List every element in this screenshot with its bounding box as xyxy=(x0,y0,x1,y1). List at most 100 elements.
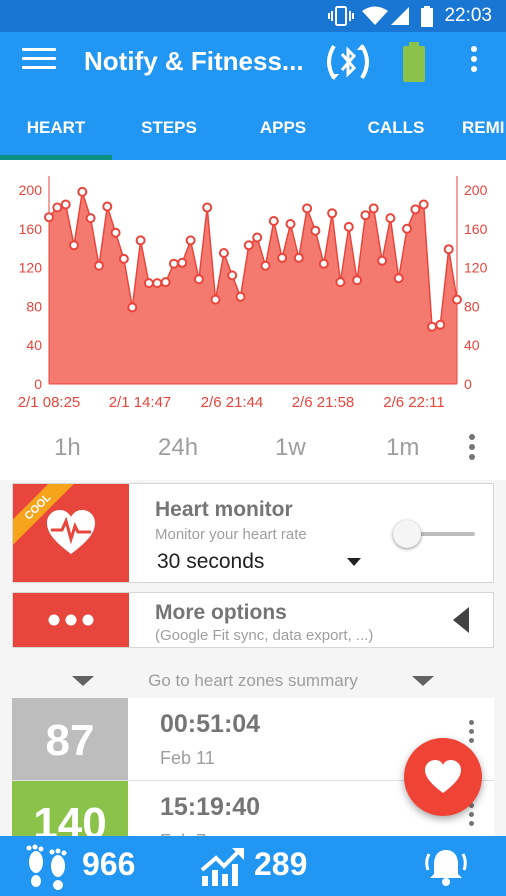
data-point xyxy=(210,294,221,305)
heart-pulse-icon xyxy=(47,510,95,554)
data-point xyxy=(77,186,88,197)
tab-heart[interactable]: HEART xyxy=(0,92,112,160)
data-point xyxy=(44,212,54,223)
data-point xyxy=(94,260,104,271)
chevron-down-icon xyxy=(72,676,94,686)
data-point xyxy=(260,260,271,271)
data-point xyxy=(60,199,71,210)
data-point xyxy=(343,221,354,232)
data-point xyxy=(127,302,138,313)
tab-bar: HEART STEPS APPS CALLS REMI xyxy=(0,92,506,160)
data-point xyxy=(85,213,96,224)
data-point xyxy=(152,278,163,289)
data-point xyxy=(135,235,146,246)
bpm-value: 87 xyxy=(12,698,128,780)
data-point xyxy=(202,202,213,213)
device-battery-icon xyxy=(403,42,425,82)
range-24h[interactable]: 24h xyxy=(158,434,198,462)
toggle-knob xyxy=(393,520,421,548)
trending-up-icon xyxy=(200,848,244,886)
tab-apps[interactable]: APPS xyxy=(226,92,340,160)
y-tick-label: 120 xyxy=(19,260,43,276)
expand-left-icon xyxy=(453,607,469,633)
data-point xyxy=(102,201,113,212)
tab-reminders[interactable]: REMI xyxy=(452,92,506,160)
range-1h[interactable]: 1h xyxy=(54,434,81,462)
y-tick-label: 80 xyxy=(464,298,480,314)
data-point xyxy=(277,252,288,263)
more-options-subtitle: (Google Fit sync, data export, ...) xyxy=(155,627,374,644)
menu-icon[interactable] xyxy=(22,48,56,76)
wifi-icon xyxy=(362,6,388,25)
data-point xyxy=(185,235,196,246)
range-1m[interactable]: 1m xyxy=(386,434,419,462)
data-point xyxy=(443,244,454,255)
chart-area xyxy=(49,191,457,384)
y-tick-label: 40 xyxy=(26,337,42,353)
data-point xyxy=(427,321,437,332)
tab-calls[interactable]: CALLS xyxy=(340,92,452,160)
heart-icon xyxy=(425,760,461,793)
heart-monitor-subtitle: Monitor your heart rate xyxy=(155,526,307,543)
trend-count: 289 xyxy=(254,846,308,882)
data-point xyxy=(243,240,254,251)
data-point xyxy=(285,219,296,229)
heart-monitor-icon-box: COOL xyxy=(13,484,129,582)
item-menu-icon[interactable] xyxy=(466,720,476,747)
more-options-title: More options xyxy=(155,601,287,624)
footsteps-icon xyxy=(26,844,67,890)
more-options-icon-box xyxy=(13,593,129,647)
y-tick-label: 160 xyxy=(464,221,488,237)
data-point xyxy=(268,216,279,226)
data-point xyxy=(360,210,371,221)
data-point xyxy=(452,294,462,305)
y-tick-label: 200 xyxy=(19,182,43,198)
heart-monitor-title: Heart monitor xyxy=(155,498,293,521)
data-point xyxy=(177,257,188,268)
data-point xyxy=(143,278,154,289)
x-tick-label: 2/6 21:58 xyxy=(292,394,355,411)
y-tick-label: 0 xyxy=(464,376,472,392)
range-more-icon[interactable] xyxy=(466,434,478,464)
y-tick-label: 200 xyxy=(464,182,488,198)
data-point xyxy=(252,232,263,243)
interval-dropdown[interactable]: 30 seconds xyxy=(155,548,377,578)
data-point xyxy=(352,275,363,286)
x-tick-label: 2/1 08:25 xyxy=(18,394,81,411)
data-point xyxy=(293,252,304,263)
heart-rate-chart-svg: 0 0 40 40 80 80 120 120 160 160 200 200 2/1 08:25 2/1… xyxy=(18,176,488,411)
tab-steps[interactable]: STEPS xyxy=(112,92,226,160)
data-point xyxy=(110,227,121,238)
x-tick-label: 2/1 14:47 xyxy=(109,394,172,411)
y-tick-label: 40 xyxy=(464,337,480,353)
heart-monitor-card: COOL Heart monitor Monitor your heart ra… xyxy=(12,483,494,583)
bluetooth-sync-icon[interactable] xyxy=(322,40,374,84)
battery-status-icon xyxy=(421,6,433,27)
more-options-card[interactable]: More options (Google Fit sync, data expo… xyxy=(12,592,494,648)
dropdown-arrow-icon xyxy=(347,558,361,566)
data-point xyxy=(385,213,396,224)
data-point xyxy=(335,277,346,288)
data-point xyxy=(193,274,204,285)
reading-time: 00:51:04 xyxy=(160,710,261,738)
data-point xyxy=(52,202,63,213)
chevron-down-icon xyxy=(412,676,434,686)
summary-link-label: Go to heart zones summary xyxy=(148,671,358,690)
overflow-menu-icon[interactable] xyxy=(466,46,482,78)
data-point xyxy=(168,258,179,269)
y-tick-label: 160 xyxy=(19,221,43,237)
reading-date: Feb 11 xyxy=(160,748,215,768)
range-1w[interactable]: 1w xyxy=(275,434,306,462)
heart-rate-chart: 0 0 40 40 80 80 120 120 160 160 200 200 2/1 08:25 2/1… xyxy=(0,160,506,420)
data-point xyxy=(227,270,238,281)
notification-bell-icon[interactable] xyxy=(424,846,468,888)
more-horizontal-icon xyxy=(48,614,94,626)
heart-zones-summary-link[interactable]: Go to heart zones summary xyxy=(0,664,506,698)
data-point xyxy=(418,199,429,210)
heart-fab-button[interactable] xyxy=(404,738,482,816)
data-point xyxy=(435,319,446,330)
data-point xyxy=(302,203,313,214)
signal-icon xyxy=(391,7,409,25)
data-point xyxy=(310,225,321,236)
data-point xyxy=(327,208,338,219)
